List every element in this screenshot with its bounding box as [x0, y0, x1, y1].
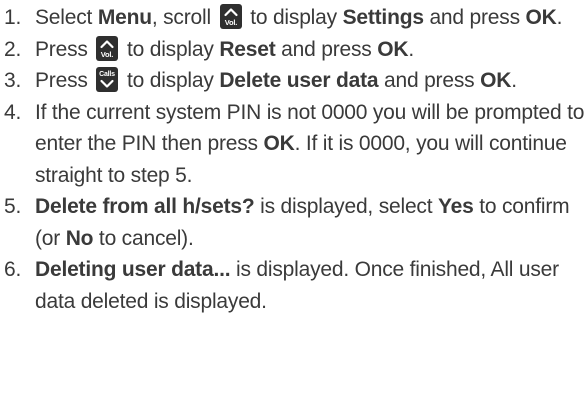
steps-list: 1. Select Menu, scroll Vol. to display Se… — [4, 2, 587, 317]
step-text: , scroll — [151, 6, 217, 29]
step-text: to display — [121, 37, 220, 61]
step-text: . — [408, 37, 414, 61]
calls-down-key-icon: Calls — [96, 67, 119, 92]
step-item: 1. Select Menu, scroll Vol. to display Se… — [4, 2, 587, 34]
svg-text:Calls: Calls — [99, 71, 115, 78]
emphasis-text: OK — [377, 37, 409, 61]
emphasis-text: OK — [480, 69, 512, 92]
step-number: 3. — [4, 69, 22, 92]
step-text: to display — [121, 69, 220, 92]
vol-up-key-icon: Vol. — [219, 4, 242, 29]
step-text: to cancel). — [93, 226, 194, 250]
step-item: 3. Press Calls to display Delete user dat… — [4, 65, 587, 97]
step-item: 5. Delete from all h/sets? is displayed, … — [4, 191, 587, 254]
vol-up-key-icon: Vol. — [96, 35, 119, 61]
step-number: 5. — [4, 195, 22, 218]
step-text: and press — [378, 69, 481, 92]
step-number: 2. — [4, 37, 22, 61]
step-item: 2. Press Vol. to display Reset and press … — [4, 34, 587, 66]
step-text: is displayed, select — [254, 195, 438, 218]
step-item: 4. If the current system PIN is not 0000 … — [4, 97, 587, 192]
instruction-page: 1. Select Menu, scroll Vol. to display Se… — [0, 0, 587, 409]
step-text: Select — [35, 6, 98, 29]
emphasis-text: Menu — [97, 6, 152, 29]
emphasis-text: OK — [263, 132, 295, 155]
step-number: 1. — [4, 6, 22, 29]
emphasis-text: OK — [525, 6, 557, 29]
step-text: Press — [35, 37, 94, 61]
step-text: to display — [244, 6, 343, 29]
emphasis-text: Settings — [342, 6, 424, 29]
step-number: 6. — [4, 258, 22, 281]
step-text: . — [556, 6, 563, 29]
svg-text:Vol.: Vol. — [224, 18, 237, 27]
emphasis-text: Delete from all h/sets? — [35, 195, 255, 218]
step-number: 4. — [4, 100, 22, 124]
step-text: and press — [423, 6, 526, 29]
step-item: 6. Deleting user data... is displayed. On… — [4, 254, 587, 317]
emphasis-text: No — [65, 226, 94, 250]
svg-text:Vol.: Vol. — [101, 50, 114, 59]
emphasis-text: Reset — [219, 37, 276, 61]
emphasis-text: Deleting user data... — [35, 258, 231, 281]
step-text: and press — [275, 37, 378, 61]
step-text: . — [511, 69, 517, 92]
step-text: Press — [35, 69, 94, 92]
emphasis-text: Yes — [438, 195, 474, 218]
emphasis-text: Delete user data — [219, 69, 379, 92]
